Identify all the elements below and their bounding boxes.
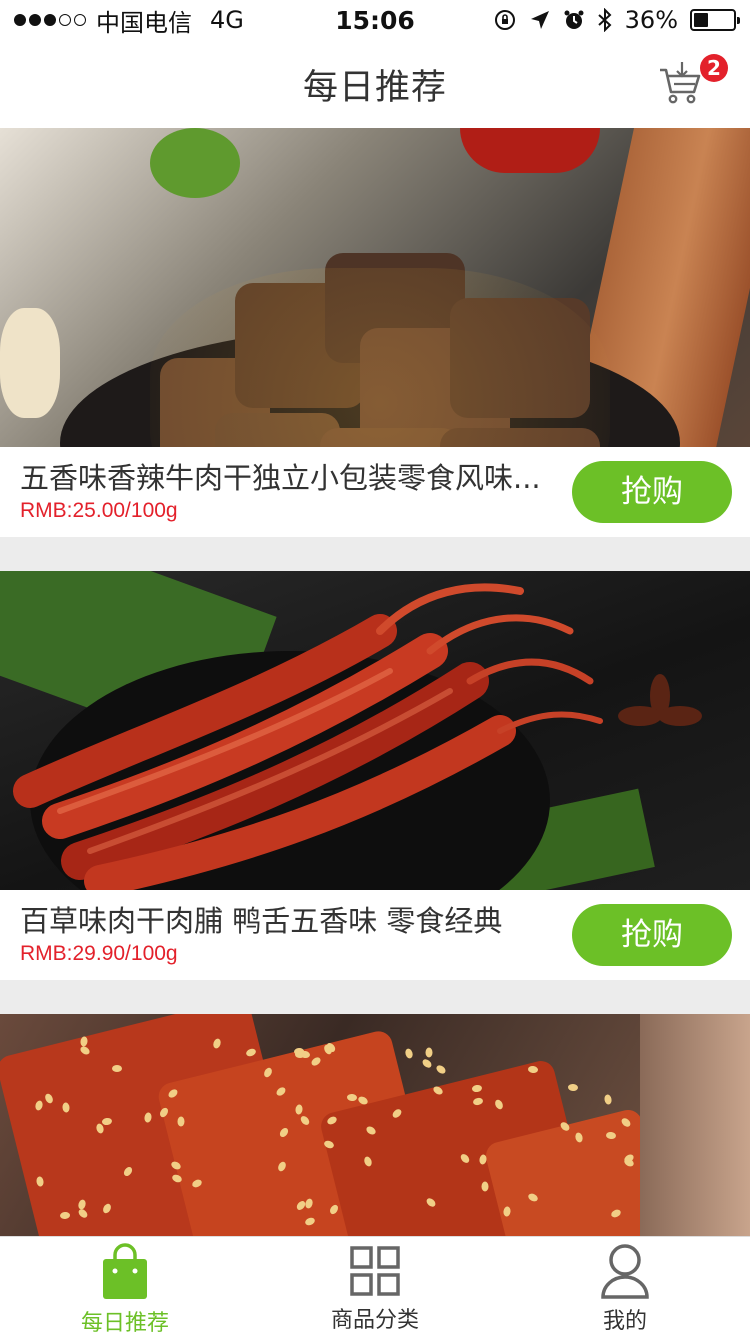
tab-daily-recommend[interactable]: 每日推荐 bbox=[0, 1237, 250, 1334]
sesame-seed bbox=[481, 1181, 489, 1192]
product-info: 五香味香辣牛肉干独立小包装零食风味... RMB:25.00/100g 抢购 bbox=[0, 447, 750, 537]
battery-icon bbox=[690, 9, 740, 31]
product-info: 百草味肉干肉脯 鸭舌五香味 零食经典 RMB:29.90/100g 抢购 bbox=[0, 890, 750, 980]
alarm-clock-icon bbox=[564, 10, 584, 29]
page-title: 每日推荐 bbox=[302, 67, 447, 108]
buy-now-button[interactable]: 抢购 bbox=[572, 904, 732, 966]
shopping-cart-icon[interactable] bbox=[658, 60, 704, 106]
network-type: 4G bbox=[210, 6, 244, 34]
tab-label: 每日推荐 bbox=[80, 1311, 169, 1334]
product-title[interactable]: 百草味肉干肉脯 鸭舌五香味 零食经典 bbox=[20, 902, 560, 940]
status-bar: 中国电信 4G 15:06 36% bbox=[0, 0, 750, 40]
battery-percentage: 36% bbox=[624, 6, 678, 34]
product-image-beef-jerky[interactable] bbox=[0, 128, 750, 447]
cart-count-badge: 2 bbox=[700, 54, 728, 82]
duck-tongue-art bbox=[13, 583, 702, 890]
product-card[interactable]: 百草味肉干肉脯 鸭舌五香味 零食经典 RMB:29.90/100g 抢购 bbox=[0, 571, 750, 980]
sesame-seed bbox=[112, 1065, 122, 1072]
product-title[interactable]: 五香味香辣牛肉干独立小包装零食风味... bbox=[20, 459, 560, 497]
buy-now-button[interactable]: 抢购 bbox=[572, 461, 732, 523]
shopping-bag-icon bbox=[103, 1243, 147, 1299]
tab-categories[interactable]: 商品分类 bbox=[250, 1237, 500, 1334]
signal-strength-icon bbox=[14, 14, 86, 26]
orientation-lock-icon bbox=[494, 10, 515, 30]
tab-label: 我的 bbox=[602, 1309, 647, 1334]
carrier-name: 中国电信 bbox=[96, 8, 192, 37]
bottom-tab-bar: 每日推荐 商品分类 我的 bbox=[0, 1236, 750, 1334]
navigation-bar: 每日推荐 2 bbox=[0, 40, 750, 128]
product-image-pork-jerky[interactable] bbox=[0, 1014, 750, 1236]
product-image-duck-tongue[interactable] bbox=[0, 571, 750, 890]
user-icon bbox=[601, 1244, 649, 1299]
product-card[interactable]: 五香味香辣牛肉干独立小包装零食风味... RMB:25.00/100g 抢购 bbox=[0, 128, 750, 537]
bluetooth-icon bbox=[597, 8, 612, 32]
product-feed: 五香味香辣牛肉干独立小包装零食风味... RMB:25.00/100g 抢购 百… bbox=[0, 128, 750, 1270]
tab-label: 商品分类 bbox=[330, 1308, 419, 1333]
location-arrow-icon bbox=[530, 11, 549, 29]
sesame-seed bbox=[425, 1047, 433, 1058]
product-card[interactable] bbox=[0, 1014, 750, 1236]
grid-icon bbox=[350, 1245, 400, 1296]
tab-profile[interactable]: 我的 bbox=[500, 1237, 750, 1334]
